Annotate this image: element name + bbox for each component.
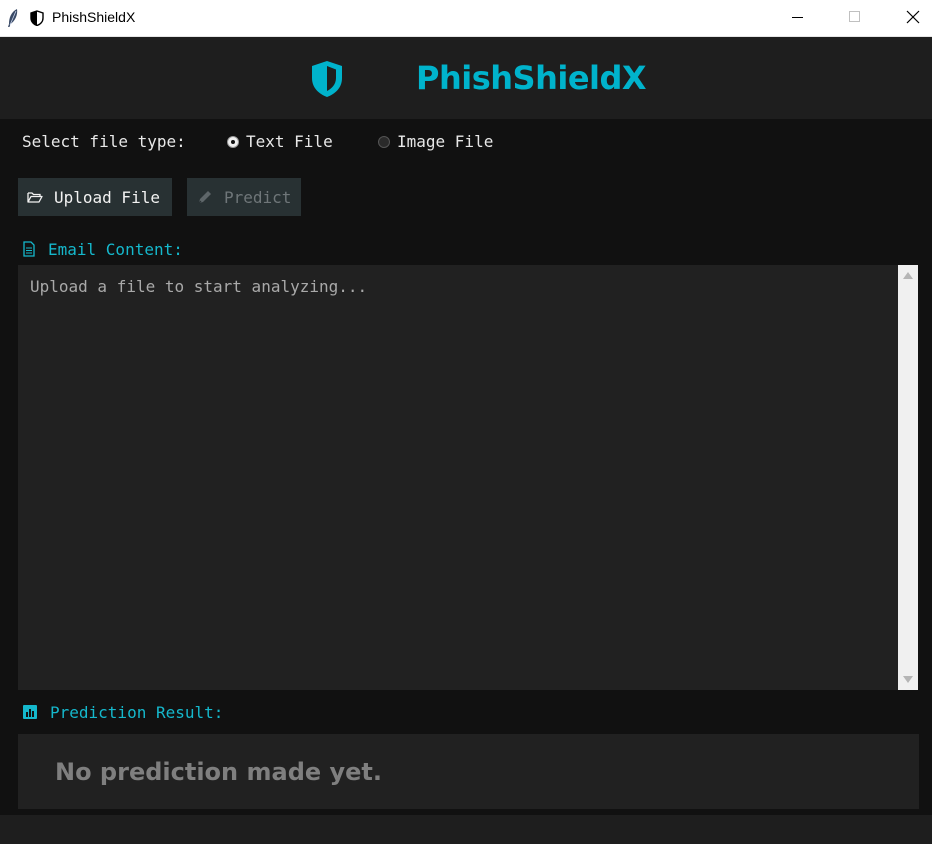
feather-icon: [8, 9, 18, 27]
close-button[interactable]: [890, 0, 932, 36]
email-content-heading: Email Content:: [22, 240, 183, 259]
predict-button[interactable]: Predict: [187, 178, 301, 216]
bottom-bar: [0, 815, 932, 844]
window-titlebar: PhishShieldX: [0, 0, 932, 37]
radio-image-file-label: Image File: [397, 132, 494, 151]
close-icon: [906, 10, 920, 24]
prediction-result-panel: No prediction made yet.: [18, 734, 919, 809]
predict-label: Predict: [224, 187, 292, 207]
document-icon: [23, 241, 35, 257]
scroll-down-arrow-icon[interactable]: [902, 675, 914, 685]
chart-icon: [23, 705, 37, 719]
shield-logo-icon: [312, 61, 342, 97]
upload-file-label: Upload File: [54, 187, 160, 207]
prediction-result-text: No prediction made yet.: [55, 758, 383, 786]
email-content-scrollbar[interactable]: [898, 265, 918, 690]
radio-button-checked[interactable]: [227, 136, 239, 148]
shield-icon: [30, 10, 44, 26]
maximize-icon: [849, 11, 860, 22]
window-title: PhishShieldX: [52, 9, 136, 25]
prediction-result-heading: Prediction Result:: [22, 703, 223, 722]
email-content-placeholder: Upload a file to start analyzing...: [30, 277, 368, 296]
radio-text-file[interactable]: Text File: [227, 132, 333, 151]
minimize-button[interactable]: [774, 0, 820, 36]
radio-image-file[interactable]: Image File: [378, 132, 493, 151]
upload-file-button[interactable]: Upload File: [18, 178, 172, 216]
folder-open-icon: [27, 192, 43, 203]
pen-icon: [198, 191, 211, 204]
radio-button-unchecked[interactable]: [378, 136, 390, 148]
minimize-icon: [792, 17, 803, 18]
maximize-button[interactable]: [832, 0, 878, 36]
prediction-result-label: Prediction Result:: [50, 703, 224, 722]
email-content-textarea[interactable]: Upload a file to start analyzing...: [18, 265, 898, 690]
scroll-up-arrow-icon[interactable]: [902, 270, 914, 280]
email-content-label: Email Content:: [48, 240, 183, 259]
app-header: PhishShieldX: [0, 37, 932, 119]
radio-text-file-label: Text File: [246, 132, 333, 151]
file-type-label: Select file type:: [22, 132, 186, 151]
app-title: PhishShieldX: [416, 59, 647, 97]
